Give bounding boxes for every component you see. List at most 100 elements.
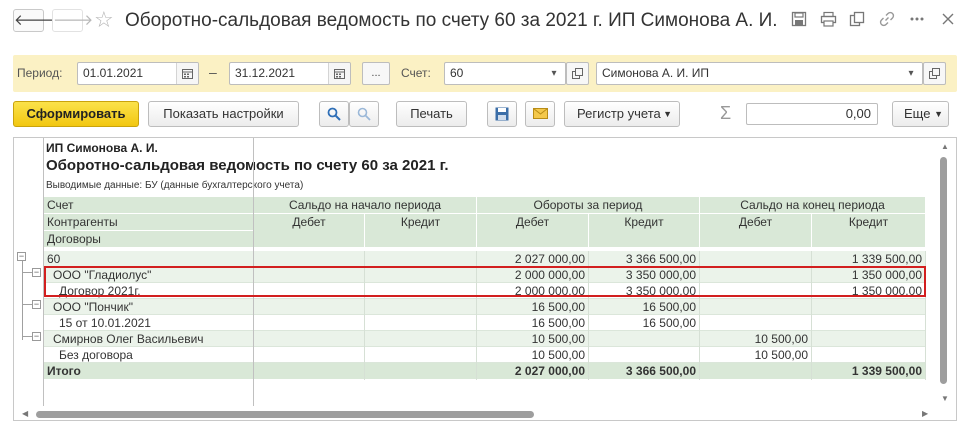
more-label: Еще bbox=[904, 106, 931, 121]
row-value-cell[interactable]: 10 500,00 bbox=[477, 331, 588, 347]
scroll-left-icon[interactable]: ◀ bbox=[22, 409, 28, 418]
row-value-cell[interactable] bbox=[365, 251, 476, 267]
row-value-cell[interactable]: 16 500,00 bbox=[589, 299, 699, 315]
row-value-cell[interactable]: 16 500,00 bbox=[477, 315, 588, 331]
register-label: Регистр учета bbox=[577, 106, 661, 121]
row-value-cell[interactable]: 16 500,00 bbox=[589, 315, 699, 331]
account-open-button[interactable] bbox=[566, 62, 589, 85]
row-value-cell[interactable] bbox=[254, 251, 364, 267]
calendar-icon[interactable] bbox=[328, 63, 350, 84]
show-settings-button[interactable]: Показать настройки bbox=[148, 101, 299, 127]
header-closing-debit: Дебет bbox=[700, 214, 811, 247]
favorite-star-icon[interactable]: ☆ bbox=[94, 7, 114, 33]
link-icon[interactable] bbox=[876, 11, 898, 33]
report-area[interactable]: ИП Симонова А. И. Оборотно-сальдовая вед… bbox=[13, 137, 957, 421]
horizontal-scrollbar-thumb[interactable] bbox=[36, 411, 534, 418]
row-value-cell[interactable]: 10 500,00 bbox=[700, 331, 811, 347]
row-value-cell[interactable]: 16 500,00 bbox=[477, 299, 588, 315]
row-value-cell[interactable]: 1 339 500,00 bbox=[812, 251, 925, 267]
collapse-60-icon[interactable]: − bbox=[17, 252, 26, 261]
organization-value: Симонова А. И. ИП bbox=[602, 66, 710, 80]
generate-button[interactable]: Сформировать bbox=[13, 101, 139, 127]
period-label: Период: bbox=[17, 66, 63, 80]
date-to-field[interactable]: 31.12.2021 bbox=[229, 62, 351, 85]
copy-icon[interactable] bbox=[846, 11, 868, 33]
arrow-right-icon: 🡒 bbox=[53, 12, 94, 29]
find-button[interactable] bbox=[319, 101, 349, 127]
row-value-cell[interactable] bbox=[254, 315, 364, 331]
header-turnover-credit: Кредит bbox=[589, 214, 699, 247]
row-value-cell[interactable] bbox=[365, 315, 476, 331]
header-opening-balance: Сальдо на начало периода bbox=[254, 197, 476, 213]
vertical-scrollbar-thumb[interactable] bbox=[940, 157, 947, 384]
period-select-button[interactable]: ... bbox=[362, 62, 390, 85]
row-value-cell[interactable] bbox=[812, 347, 925, 363]
header-account: Счет bbox=[44, 197, 253, 213]
highlight-frame bbox=[44, 266, 926, 297]
close-icon[interactable] bbox=[937, 11, 959, 33]
register-dropdown[interactable]: Регистр учета ▼ bbox=[564, 101, 680, 127]
row-label[interactable]: ООО "Пончик" bbox=[44, 299, 253, 315]
row-value-cell[interactable] bbox=[589, 331, 699, 347]
back-button[interactable]: 🡐 bbox=[13, 9, 54, 32]
chevron-down-icon[interactable]: ▾ bbox=[900, 63, 922, 84]
row-value-cell[interactable] bbox=[589, 347, 699, 363]
calendar-icon[interactable] bbox=[176, 63, 198, 84]
organization-field[interactable]: Симонова А. И. ИП ▾ bbox=[596, 62, 923, 85]
total-label: Итого bbox=[44, 363, 253, 379]
row-value-cell[interactable]: 10 500,00 bbox=[700, 347, 811, 363]
row-value-cell[interactable] bbox=[700, 299, 811, 315]
row-value-cell[interactable] bbox=[812, 299, 925, 315]
print-icon[interactable] bbox=[817, 11, 839, 33]
send-email-button[interactable] bbox=[525, 101, 555, 127]
date-from-value: 01.01.2021 bbox=[83, 66, 144, 80]
scroll-down-icon[interactable]: ▼ bbox=[941, 394, 949, 403]
total-closing-debit bbox=[700, 363, 811, 379]
row-value-cell[interactable] bbox=[812, 315, 925, 331]
chevron-down-icon: ▼ bbox=[663, 109, 672, 119]
row-value-cell[interactable] bbox=[254, 299, 364, 315]
title-bar: 🡐 🡒 ☆ Оборотно-сальдовая ведомость по сч… bbox=[0, 0, 971, 44]
row-value-cell[interactable] bbox=[700, 315, 811, 331]
find-next-button[interactable] bbox=[349, 101, 379, 127]
row-value-cell[interactable] bbox=[365, 299, 476, 315]
row-value-cell[interactable] bbox=[254, 331, 364, 347]
total-opening-debit bbox=[254, 363, 364, 379]
window-title: Оборотно-сальдовая ведомость по счету 60… bbox=[125, 10, 778, 31]
print-button[interactable]: Печать bbox=[396, 101, 467, 127]
more-button[interactable]: Еще ▼ bbox=[892, 101, 949, 127]
row-label[interactable]: Без договора bbox=[44, 347, 253, 363]
sum-icon: Σ bbox=[720, 103, 732, 123]
date-from-field[interactable]: 01.01.2021 bbox=[77, 62, 199, 85]
row-value-cell[interactable]: 10 500,00 bbox=[477, 347, 588, 363]
save-report-button[interactable] bbox=[487, 101, 517, 127]
row-value-cell[interactable] bbox=[812, 331, 925, 347]
row-value-cell[interactable] bbox=[365, 331, 476, 347]
report-organization: ИП Симонова А. И. bbox=[46, 141, 158, 155]
collapse-ponchik-icon[interactable]: − bbox=[32, 300, 41, 309]
report-title: Оборотно-сальдовая ведомость по счету 60… bbox=[46, 157, 449, 174]
collapse-smirnov-icon[interactable]: − bbox=[32, 332, 41, 341]
header-contracts: Договоры bbox=[44, 231, 253, 247]
scroll-right-icon[interactable]: ▶ bbox=[922, 409, 928, 418]
save-icon[interactable] bbox=[788, 11, 810, 33]
organization-open-button[interactable] bbox=[923, 62, 946, 85]
row-value-cell[interactable]: 3 366 500,00 bbox=[589, 251, 699, 267]
header-closing-credit: Кредит bbox=[812, 214, 925, 247]
row-label[interactable]: 15 от 10.01.2021 bbox=[44, 315, 253, 331]
row-value-cell[interactable]: 2 027 000,00 bbox=[477, 251, 588, 267]
account-field[interactable]: 60 ▾ bbox=[444, 62, 566, 85]
row-label[interactable]: 60 bbox=[44, 251, 253, 267]
more-icon[interactable] bbox=[906, 11, 928, 33]
sum-field[interactable]: 0,00 bbox=[746, 103, 878, 125]
row-label[interactable]: Смирнов Олег Васильевич bbox=[44, 331, 253, 347]
row-value-cell[interactable] bbox=[365, 347, 476, 363]
scroll-up-icon[interactable]: ▲ bbox=[941, 142, 949, 151]
forward-button[interactable]: 🡒 bbox=[52, 9, 93, 32]
collapse-gladiolus-icon[interactable]: − bbox=[32, 268, 41, 277]
row-value-cell[interactable] bbox=[700, 251, 811, 267]
total-closing-credit: 1 339 500,00 bbox=[812, 363, 925, 379]
chevron-down-icon[interactable]: ▾ bbox=[543, 63, 565, 84]
header-opening-credit: Кредит bbox=[365, 214, 476, 247]
row-value-cell[interactable] bbox=[254, 347, 364, 363]
